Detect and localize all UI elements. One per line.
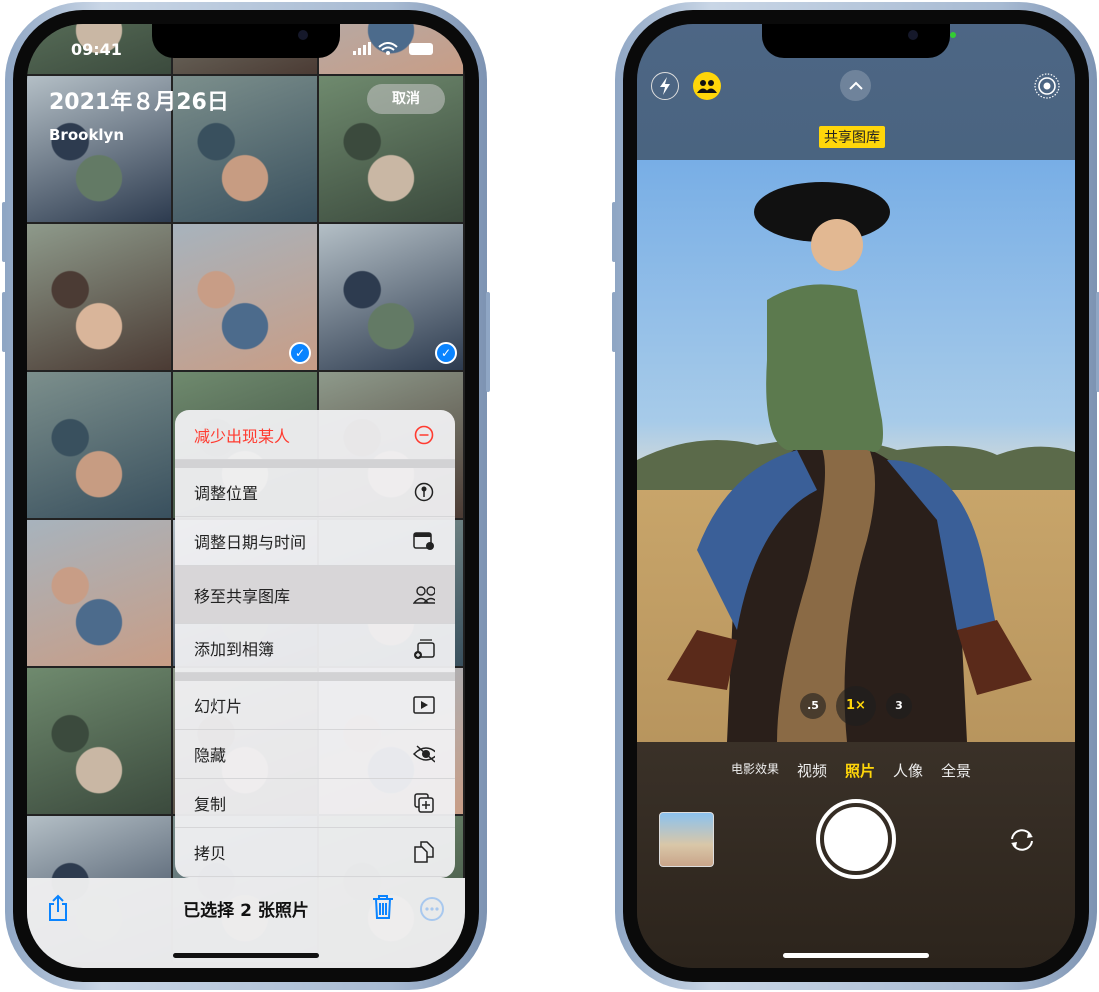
- trash-icon[interactable]: [371, 894, 395, 920]
- menu-item-calendar-clock[interactable]: 调整日期与时间: [175, 517, 455, 566]
- menu-item-label: 调整位置: [194, 484, 259, 503]
- menu-item-label: 幻灯片: [194, 697, 243, 716]
- calendar-clock-icon: [413, 530, 435, 552]
- flash-icon[interactable]: [651, 72, 679, 100]
- menu-item-label: 复制: [194, 795, 227, 814]
- chevron-up-icon[interactable]: [840, 70, 871, 101]
- photo-thumbnail[interactable]: [27, 224, 171, 370]
- camera-mode-1[interactable]: 视频: [797, 760, 827, 781]
- cancel-button[interactable]: 取消: [367, 84, 445, 114]
- menu-item-label: 减少出现某人: [194, 426, 291, 446]
- selected-checkmark-icon: ✓: [289, 342, 311, 364]
- photo-thumbnail[interactable]: [27, 668, 171, 814]
- menu-item-label: 隐藏: [194, 746, 227, 765]
- play-icon: [413, 694, 435, 716]
- viewfinder[interactable]: .5 1× 3: [637, 160, 1075, 742]
- right-iphone: .5 1× 3 电影效果 视频 照片 人像 全景 共享图库: [612, 2, 1099, 990]
- flip-camera-icon[interactable]: [1007, 827, 1037, 853]
- menu-item-people[interactable]: 移至共享图库: [175, 566, 455, 624]
- menu-item-eye-slash[interactable]: 隐藏: [175, 730, 455, 779]
- photos-screen: ✓ ✓ 09:41 2021年８月26日 Brooklyn 取消 减少出现某人 调整…: [27, 24, 465, 968]
- more-icon[interactable]: [419, 896, 445, 922]
- menu-item-copy[interactable]: 拷贝: [175, 828, 455, 877]
- home-indicator: [173, 953, 319, 958]
- zoom-3x-button[interactable]: 3: [886, 693, 912, 719]
- status-time: 09:41: [71, 40, 122, 59]
- menu-item-label: 拷贝: [194, 844, 227, 863]
- camera-mode-4[interactable]: 全景: [941, 760, 971, 781]
- copy-icon: [413, 841, 435, 863]
- shared-library-badge: 共享图库: [819, 126, 885, 148]
- camera-bottom-bar: 电影效果 视频 照片 人像 全景: [637, 742, 1075, 968]
- menu-item-play[interactable]: 幻灯片: [175, 681, 455, 730]
- photo-thumbnail[interactable]: ✓: [173, 224, 317, 370]
- menu-item-add-album[interactable]: 添加到相簿: [175, 624, 455, 673]
- location-subtitle: Brooklyn: [49, 126, 125, 144]
- camera-screen: .5 1× 3 电影效果 视频 照片 人像 全景 共享图库: [637, 24, 1075, 968]
- live-photo-icon[interactable]: [1033, 72, 1061, 100]
- people-icon: [413, 584, 435, 606]
- duplicate-icon: [413, 792, 435, 814]
- menu-separator: [175, 673, 455, 681]
- viewfinder-scene: [637, 182, 1075, 742]
- camera-mode-0[interactable]: 电影效果: [731, 760, 779, 781]
- menu-item-duplicate[interactable]: 复制: [175, 779, 455, 828]
- menu-separator: [175, 460, 455, 468]
- menu-item-label: 添加到相簿: [194, 640, 275, 659]
- camera-mode-2[interactable]: 照片: [845, 760, 875, 781]
- photo-thumbnail[interactable]: [27, 372, 171, 518]
- date-title: 2021年８月26日: [49, 90, 229, 115]
- zoom-1x-button[interactable]: 1×: [836, 686, 876, 726]
- photo-header: 2021年８月26日 Brooklyn: [49, 84, 229, 144]
- add-album-icon: [413, 637, 435, 659]
- zoom-controls: .5 1× 3: [637, 686, 1075, 726]
- last-photo-thumbnail[interactable]: [659, 812, 714, 867]
- selected-checkmark-icon: ✓: [435, 342, 457, 364]
- selection-count-label: 已选择 2 张照片: [183, 901, 309, 921]
- zoom-0-5-button[interactable]: .5: [800, 693, 826, 719]
- context-menu: 减少出现某人 调整位置调整日期与时间 移至共享图库 添加到相簿幻灯片隐藏复制拷贝: [175, 410, 455, 878]
- bottom-toolbar: 已选择 2 张照片: [27, 878, 465, 968]
- left-iphone: ✓ ✓ 09:41 2021年８月26日 Brooklyn 取消 减少出现某人 调整…: [2, 2, 490, 990]
- shutter-button[interactable]: [816, 799, 896, 879]
- photo-thumbnail[interactable]: ✓: [319, 224, 463, 370]
- mode-selector: 电影效果 视频 照片 人像 全景: [637, 760, 1075, 781]
- menu-item-location-pin[interactable]: 调整位置: [175, 468, 455, 517]
- menu-item-minus-circle[interactable]: 减少出现某人: [175, 410, 455, 460]
- menu-item-label: 移至共享图库: [194, 586, 291, 606]
- notch: [152, 24, 340, 58]
- camera-mode-3[interactable]: 人像: [893, 760, 923, 781]
- location-pin-icon: [413, 481, 435, 503]
- eye-slash-icon: [413, 743, 435, 765]
- shared-library-toggle-icon[interactable]: [693, 72, 721, 100]
- photo-thumbnail[interactable]: [27, 520, 171, 666]
- minus-circle-icon: [413, 424, 435, 446]
- home-indicator: [783, 953, 929, 958]
- menu-item-label: 调整日期与时间: [194, 533, 307, 552]
- status-icons: [353, 42, 433, 55]
- notch: [762, 24, 956, 58]
